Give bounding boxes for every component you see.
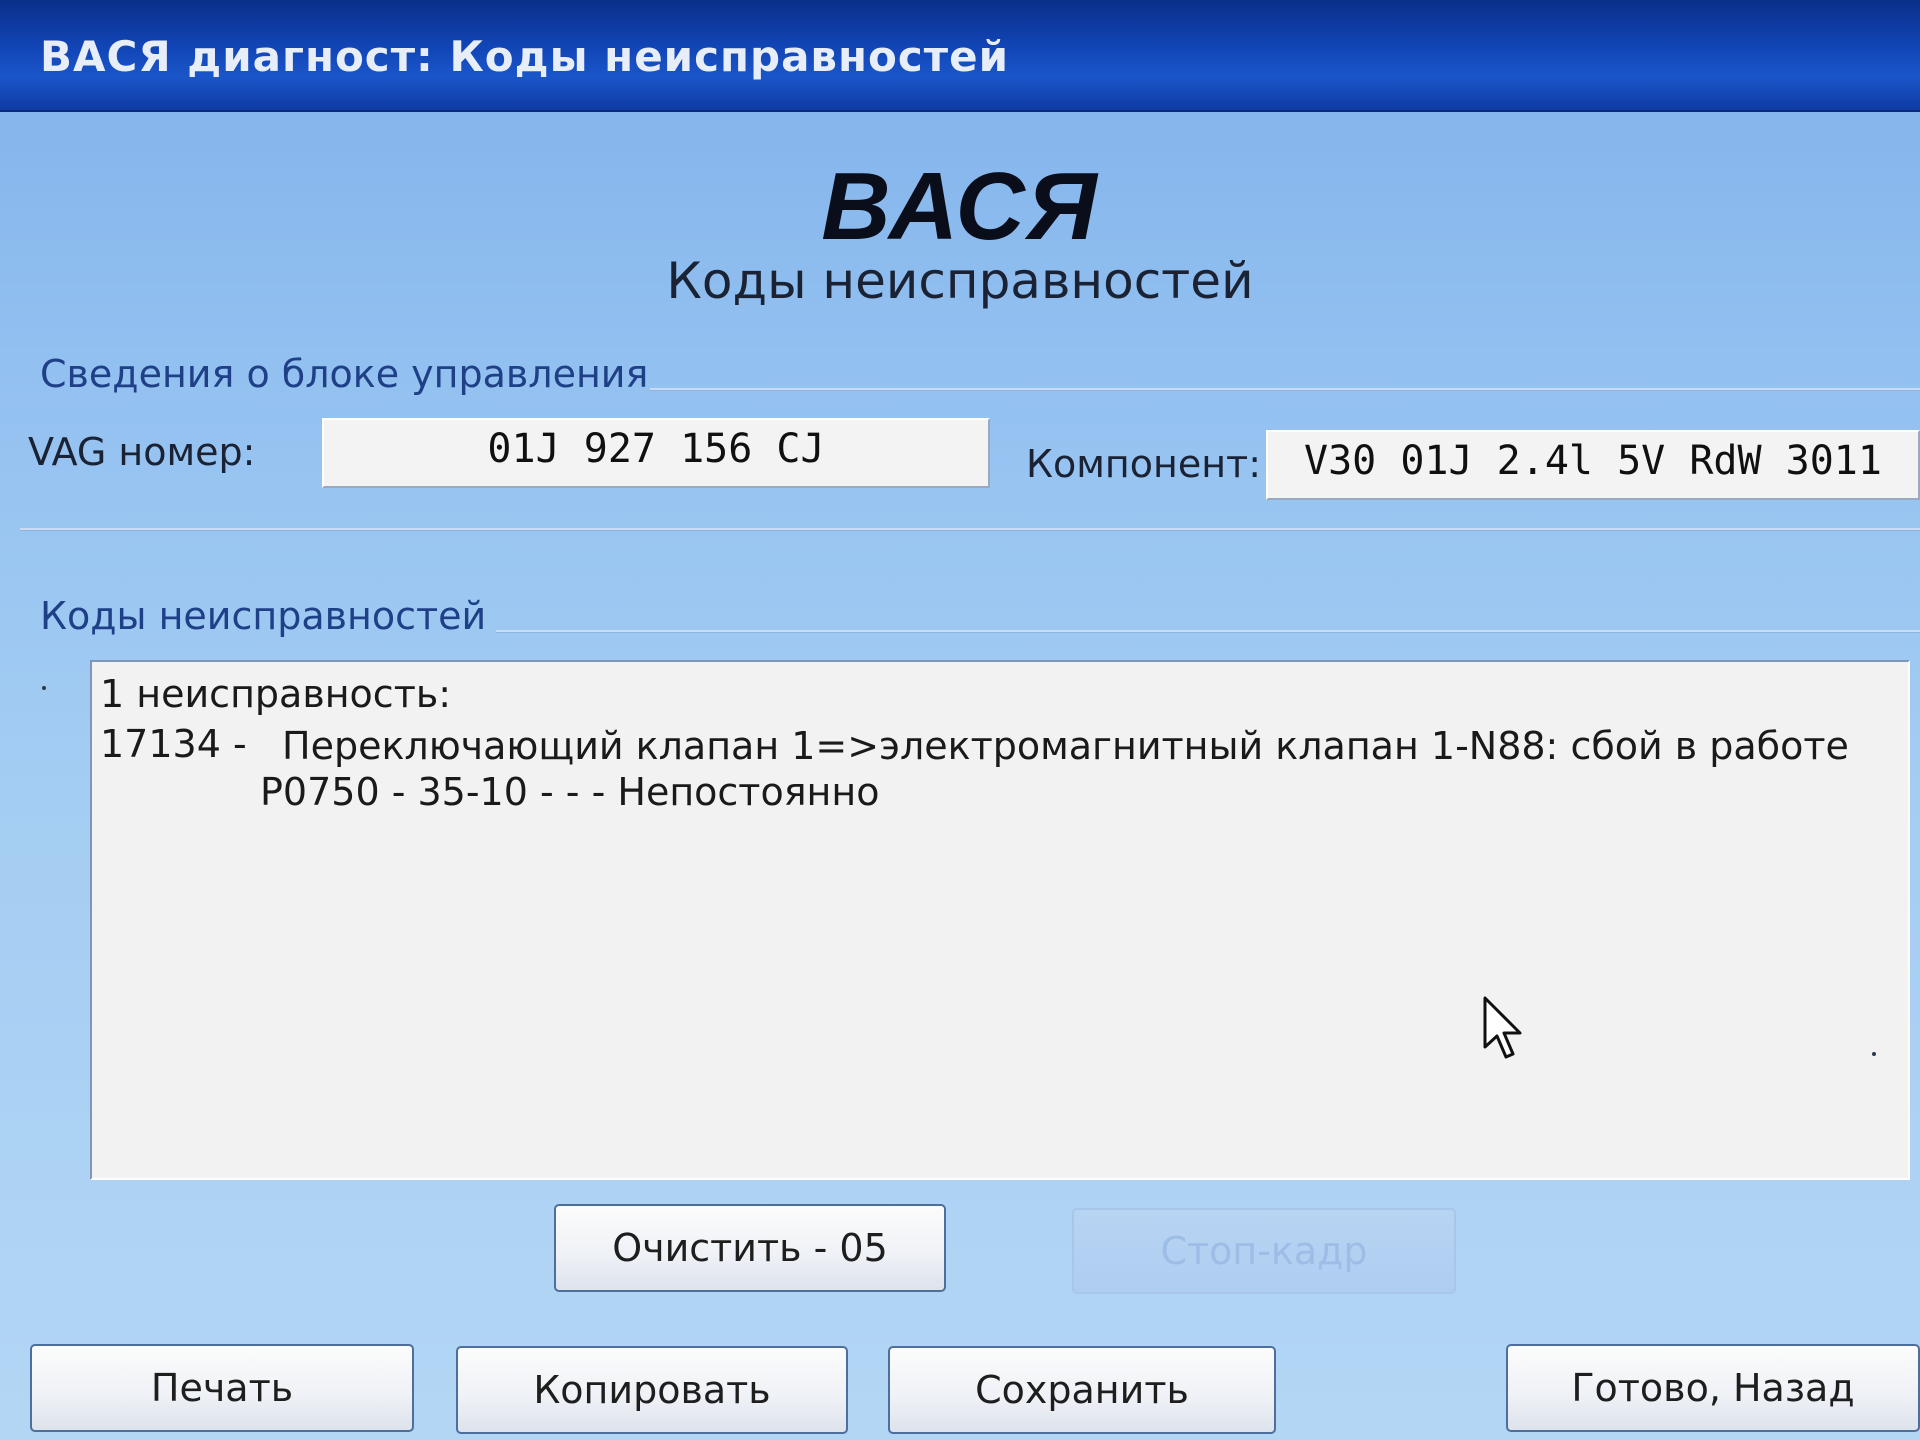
fault-code-detail: P0750 - 35-10 - - - Непостоянно: [260, 770, 880, 814]
vag-number-field: 01J 927 156 CJ: [322, 418, 990, 488]
component-field: V30 01J 2.4l 5V RdW 3011: [1266, 430, 1920, 500]
window-title: ВАСЯ диагност: Коды неисправностей: [40, 32, 1010, 81]
save-button[interactable]: Сохранить: [888, 1346, 1276, 1434]
done-back-button[interactable]: Готово, Назад: [1506, 1344, 1920, 1432]
clear-codes-button[interactable]: Очистить - 05: [554, 1204, 946, 1292]
control-unit-group-divider: [650, 388, 1920, 391]
fault-codes-group-divider: [496, 630, 1920, 633]
list-corner-mark: [1872, 1052, 1876, 1056]
title-bar[interactable]: ВАСЯ диагност: Коды неисправностей: [0, 0, 1920, 112]
fault-codes-list[interactable]: 1 неисправность: 17134 - Переключающий к…: [90, 660, 1910, 1180]
fault-code-number: 17134 -: [100, 722, 247, 766]
page-subtitle: Коды неисправностей: [666, 252, 1254, 310]
copy-button[interactable]: Копировать: [456, 1346, 848, 1434]
app-logo: ВАСЯ: [821, 153, 1099, 260]
fault-count-summary: 1 неисправность:: [100, 672, 452, 716]
main-window: ВАСЯ диагност: Коды неисправностей ВАСЯ …: [0, 0, 1920, 1440]
control-unit-group-bottom-divider: [20, 528, 1920, 531]
vag-number-label: VAG номер:: [28, 430, 256, 474]
group-corner-mark: [42, 686, 46, 690]
fault-codes-group-label: Коды неисправностей: [40, 594, 487, 638]
mouse-pointer-icon: [1483, 996, 1522, 1059]
component-label: Компонент:: [1026, 442, 1261, 486]
print-button[interactable]: Печать: [30, 1344, 414, 1432]
fault-code-description: Переключающий клапан 1=>электромагнитный…: [282, 724, 1849, 768]
freeze-frame-button[interactable]: Стоп-кадр: [1072, 1208, 1456, 1294]
control-unit-group-label: Сведения о блоке управления: [40, 352, 649, 396]
